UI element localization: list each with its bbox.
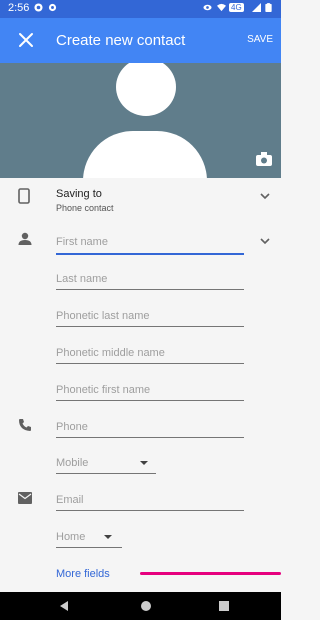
phone-input[interactable]: Phone xyxy=(56,417,244,438)
wifi-icon xyxy=(217,3,226,12)
status-time: 2:56 xyxy=(8,2,30,14)
save-button[interactable]: SAVE xyxy=(247,34,273,45)
highlight-line xyxy=(140,572,281,575)
phone-device-icon xyxy=(18,188,30,204)
account-value: Phone contact xyxy=(56,203,114,213)
contact-photo-area[interactable] xyxy=(0,63,281,178)
email-type-label: Home xyxy=(56,531,86,543)
dropdown-arrow-icon xyxy=(104,535,112,539)
phone-type-select[interactable]: Mobile xyxy=(56,453,156,474)
first-name-input[interactable]: First name xyxy=(56,232,244,255)
network-icon: 4G xyxy=(229,3,244,12)
phone-type-label: Mobile xyxy=(56,457,89,469)
person-icon xyxy=(18,232,32,245)
back-icon[interactable] xyxy=(60,601,68,611)
recent-apps-icon[interactable] xyxy=(219,601,229,611)
signal-icon xyxy=(252,3,261,12)
dropdown-arrow-icon xyxy=(140,461,148,465)
more-fields-button[interactable]: More fields xyxy=(56,568,110,580)
eye-icon xyxy=(203,4,212,11)
battery-icon xyxy=(265,3,272,12)
settings-icon xyxy=(48,3,57,12)
chevron-down-icon[interactable] xyxy=(260,193,270,200)
camera-icon[interactable] xyxy=(256,152,272,166)
page-title: Create new contact xyxy=(56,32,186,49)
avatar-body xyxy=(83,131,207,178)
phone-icon xyxy=(19,419,31,431)
status-bar: 2:56 4G xyxy=(0,0,281,18)
email-icon xyxy=(18,492,32,504)
close-icon[interactable] xyxy=(14,28,38,52)
phonetic-first-name-input[interactable]: Phonetic first name xyxy=(56,380,244,401)
last-name-input[interactable]: Last name xyxy=(56,269,244,290)
navigation-bar xyxy=(0,592,281,620)
account-selector[interactable]: Saving to Phone contact xyxy=(0,180,281,220)
avatar-head xyxy=(116,63,176,116)
notification-icon xyxy=(34,3,43,12)
email-input[interactable]: Email xyxy=(56,490,244,511)
app-bar: Create new contact SAVE xyxy=(0,18,281,63)
phonetic-last-name-input[interactable]: Phonetic last name xyxy=(56,306,244,327)
account-label: Saving to xyxy=(56,188,102,200)
phonetic-middle-name-input[interactable]: Phonetic middle name xyxy=(56,343,244,364)
expand-name-chevron-icon[interactable] xyxy=(260,238,270,245)
home-icon[interactable] xyxy=(141,601,151,611)
email-type-select[interactable]: Home xyxy=(56,527,122,548)
